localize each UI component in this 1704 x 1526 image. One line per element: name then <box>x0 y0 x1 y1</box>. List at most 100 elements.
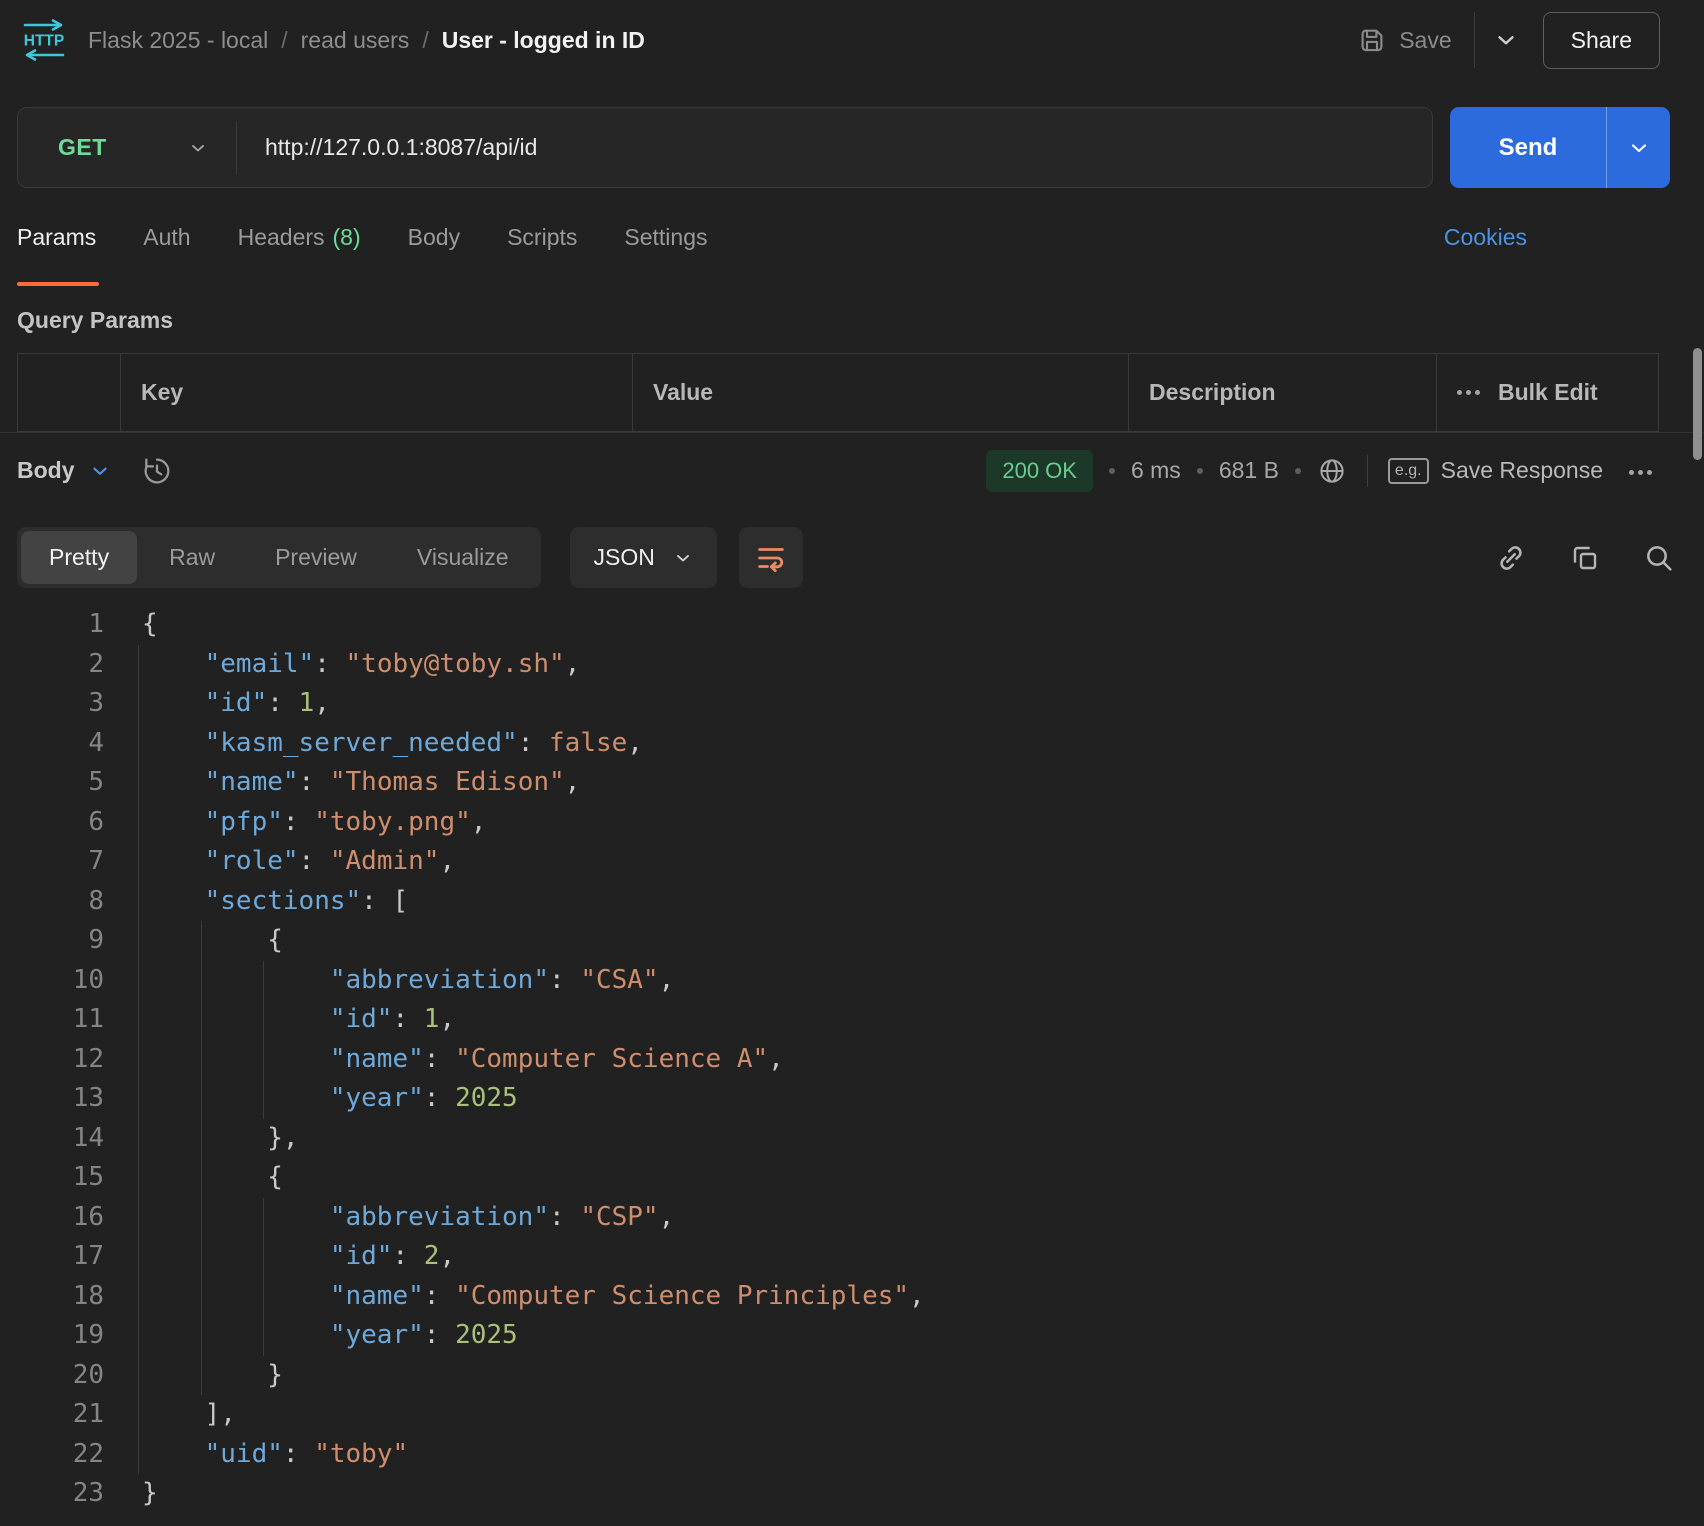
code-line: 13 "year": 2025 <box>0 1079 1704 1119</box>
svg-text:HTTP: HTTP <box>24 33 64 50</box>
code-line: 14 }, <box>0 1119 1704 1159</box>
send-split-button: Send <box>1450 107 1670 188</box>
tab-auth[interactable]: Auth <box>143 224 190 251</box>
column-header-description: Description <box>1128 354 1436 431</box>
line-number: 22 <box>0 1435 104 1475</box>
tab-headers[interactable]: Headers (8) <box>238 224 361 251</box>
code-text: ], <box>142 1395 236 1435</box>
wrap-text-button[interactable] <box>739 527 803 588</box>
status-badge: 200 OK <box>986 450 1093 492</box>
search-button[interactable] <box>1643 542 1675 574</box>
breadcrumb-collection[interactable]: Flask 2025 - local <box>88 27 268 54</box>
line-number: 14 <box>0 1119 104 1159</box>
line-number: 2 <box>0 645 104 685</box>
line-number: 15 <box>0 1158 104 1198</box>
send-options-button[interactable] <box>1606 107 1670 188</box>
chevron-down-icon <box>1493 27 1519 53</box>
save-response-label: Save Response <box>1441 457 1603 484</box>
view-tab-raw[interactable]: Raw <box>141 531 243 584</box>
code-text: { <box>142 1158 283 1198</box>
response-size: 681 B <box>1219 457 1279 484</box>
send-button[interactable]: Send <box>1450 107 1606 188</box>
query-params-title: Query Params <box>17 287 1704 353</box>
code-text: { <box>142 921 283 961</box>
line-number: 7 <box>0 842 104 882</box>
code-text: } <box>142 1356 283 1396</box>
cookies-link[interactable]: Cookies <box>1444 224 1527 251</box>
tab-settings[interactable]: Settings <box>624 224 707 251</box>
code-text: "name": "Thomas Edison", <box>142 763 580 803</box>
column-header-key: Key <box>120 354 632 431</box>
chevron-down-icon <box>89 460 111 482</box>
dot-separator <box>1197 468 1203 474</box>
code-line: 5 "name": "Thomas Edison", <box>0 763 1704 803</box>
code-text: "sections": [ <box>142 882 408 922</box>
query-params-table: Key Value Description Bulk Edit <box>17 353 1659 432</box>
code-line: 17 "id": 2, <box>0 1237 1704 1277</box>
save-button-label: Save <box>1399 27 1451 54</box>
line-number: 3 <box>0 684 104 724</box>
language-selector[interactable]: JSON <box>570 527 717 588</box>
link-icon <box>1495 542 1527 574</box>
tab-label: Body <box>408 224 460 251</box>
code-line: 10 "abbreviation": "CSA", <box>0 961 1704 1001</box>
network-info-button[interactable] <box>1317 456 1347 486</box>
bulk-edit-button[interactable]: Bulk Edit <box>1498 379 1598 406</box>
copy-button[interactable] <box>1569 542 1601 574</box>
language-label: JSON <box>594 544 655 571</box>
response-time: 6 ms <box>1131 457 1181 484</box>
breadcrumb-separator: / <box>422 27 428 54</box>
tab-label: Headers <box>238 224 325 251</box>
param-checkbox-column <box>18 354 120 431</box>
tab-scripts[interactable]: Scripts <box>507 224 577 251</box>
view-tab-preview[interactable]: Preview <box>247 531 385 584</box>
tab-label: Settings <box>624 224 707 251</box>
code-text: "year": 2025 <box>142 1079 518 1119</box>
url-input[interactable] <box>237 134 1432 161</box>
response-status-group: 200 OK 6 ms 681 B e.g. Save Response <box>986 450 1652 492</box>
share-button[interactable]: Share <box>1543 12 1660 69</box>
tab-body[interactable]: Body <box>408 224 460 251</box>
view-tab-pretty[interactable]: Pretty <box>21 531 137 584</box>
breadcrumb-folder[interactable]: read users <box>301 27 410 54</box>
code-line: 15 { <box>0 1158 1704 1198</box>
code-line: 21 ], <box>0 1395 1704 1435</box>
response-body-dropdown[interactable]: Body <box>17 457 111 484</box>
save-button[interactable]: Save <box>1357 25 1451 55</box>
copy-link-button[interactable] <box>1495 542 1527 574</box>
view-tab-visualize[interactable]: Visualize <box>389 531 537 584</box>
tab-label: Auth <box>143 224 190 251</box>
headers-count-badge: (8) <box>333 224 361 251</box>
line-number: 18 <box>0 1277 104 1317</box>
divider <box>1474 12 1475 68</box>
line-number: 11 <box>0 1000 104 1040</box>
code-line: 9 { <box>0 921 1704 961</box>
response-panel-label: Body <box>17 457 75 484</box>
response-actions <box>1495 542 1675 574</box>
code-line: 16 "abbreviation": "CSP", <box>0 1198 1704 1238</box>
line-number: 1 <box>0 605 104 645</box>
view-tabs: Pretty Raw Preview Visualize <box>17 527 541 588</box>
tab-params[interactable]: Params <box>17 224 96 251</box>
code-text: "name": "Computer Science A", <box>142 1040 784 1080</box>
bulk-edit-cell: Bulk Edit <box>1436 354 1658 431</box>
request-bar: GET Send <box>17 107 1670 188</box>
code-text: "id": 2, <box>142 1237 455 1277</box>
response-history-button[interactable] <box>141 455 173 487</box>
more-options-icon[interactable] <box>1457 390 1480 395</box>
line-number: 4 <box>0 724 104 764</box>
response-more-options-button[interactable] <box>1629 463 1652 478</box>
save-options-button[interactable] <box>1493 27 1519 53</box>
code-line: 3 "id": 1, <box>0 684 1704 724</box>
code-text: "name": "Computer Science Principles", <box>142 1277 925 1317</box>
scrollbar-thumb[interactable] <box>1693 348 1702 460</box>
history-clock-icon <box>141 455 173 487</box>
copy-icon <box>1569 542 1601 574</box>
code-line: 22 "uid": "toby" <box>0 1435 1704 1475</box>
code-text: "id": 1, <box>142 684 330 724</box>
save-response-button[interactable]: e.g. Save Response <box>1388 457 1603 484</box>
line-number: 20 <box>0 1356 104 1396</box>
column-header-value: Value <box>632 354 1128 431</box>
code-text: "abbreviation": "CSP", <box>142 1198 674 1238</box>
method-selector[interactable]: GET <box>18 108 236 187</box>
